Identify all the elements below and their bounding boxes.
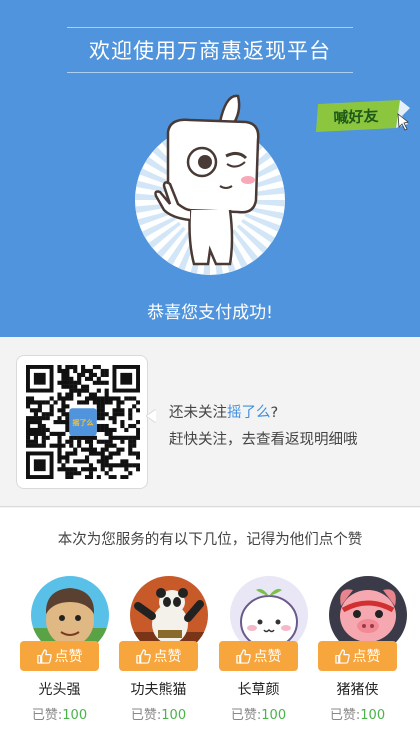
- like-button[interactable]: 点赞: [219, 641, 298, 671]
- like-count-label: 已赞:: [329, 708, 361, 723]
- staff-name: 光头强: [38, 682, 81, 698]
- staff-section: 本次为您服务的有以下几位，记得为他们点个赞 点赞 光头强 已赞:100 点赞 功…: [0, 508, 420, 747]
- like-count-value: 100: [360, 708, 386, 723]
- like-count: 已赞:100: [318, 704, 397, 723]
- payment-success-message: 恭喜您支付成功!: [147, 303, 273, 323]
- staff-name: 猪猪侠: [336, 682, 379, 698]
- thumbs-up-icon: [334, 648, 350, 664]
- qr-code: 摇了么: [26, 365, 140, 479]
- staff-card: 点赞 光头强 已赞:100: [20, 576, 120, 726]
- qr-code-card[interactable]: 摇了么: [16, 355, 148, 489]
- speech-arrow-icon: [146, 409, 156, 423]
- like-count-label: 已赞:: [31, 708, 63, 723]
- app-logo-text: 摇了么: [73, 418, 94, 427]
- staff-card: 点赞 功夫熊猫 已赞:100: [119, 576, 219, 726]
- staff-card: 点赞 猪猪侠 已赞:100: [318, 576, 418, 726]
- thumbs-up-icon: [36, 648, 52, 664]
- follow-prompt-suffix: ?: [270, 405, 279, 421]
- follow-prompt: 还未关注摇了么?: [169, 401, 278, 422]
- app-link[interactable]: 摇了么: [227, 405, 271, 421]
- title-divider-bottom: [67, 72, 353, 73]
- like-count: 已赞:100: [20, 704, 99, 723]
- like-label: 点赞: [253, 649, 282, 665]
- like-count-value: 100: [161, 708, 187, 723]
- qr-follow-section: 摇了么 还未关注摇了么? 赶快关注，去查看返现明细哦: [0, 337, 420, 507]
- staff-intro: 本次为您服务的有以下几位，记得为他们点个赞: [57, 532, 363, 548]
- like-count-value: 100: [62, 708, 88, 723]
- like-count-label: 已赞:: [230, 708, 262, 723]
- title-divider-top: [67, 27, 353, 28]
- follow-prompt-text: 还未关注: [169, 405, 227, 421]
- like-button[interactable]: 点赞: [119, 641, 198, 671]
- invite-friends-badge[interactable]: 喊好友: [314, 98, 412, 134]
- cursor-icon: [397, 113, 409, 131]
- like-label: 点赞: [352, 649, 381, 665]
- like-count: 已赞:100: [219, 704, 298, 723]
- like-label: 点赞: [153, 649, 182, 665]
- staff-card: 点赞 长草颜 已赞:100: [219, 576, 319, 726]
- staff-name: 功夫熊猫: [130, 682, 187, 698]
- like-label: 点赞: [54, 649, 83, 665]
- header-banner: 欢迎使用万商惠返现平台 喊好友 恭喜您支付成功!: [0, 0, 420, 337]
- thumbs-up-icon: [235, 648, 251, 664]
- like-button[interactable]: 点赞: [318, 641, 397, 671]
- page-title: 欢迎使用万商惠返现平台: [89, 39, 331, 63]
- like-count-label: 已赞:: [130, 708, 162, 723]
- like-count: 已赞:100: [119, 704, 198, 723]
- thumbs-up-icon: [135, 648, 151, 664]
- cashback-hint: 赶快关注，去查看返现明细哦: [169, 432, 358, 448]
- staff-name: 长草颜: [237, 682, 280, 698]
- like-button[interactable]: 点赞: [20, 641, 99, 671]
- invite-friends-label: 喊好友: [333, 107, 379, 127]
- like-count-value: 100: [261, 708, 287, 723]
- mascot-character: [154, 94, 260, 266]
